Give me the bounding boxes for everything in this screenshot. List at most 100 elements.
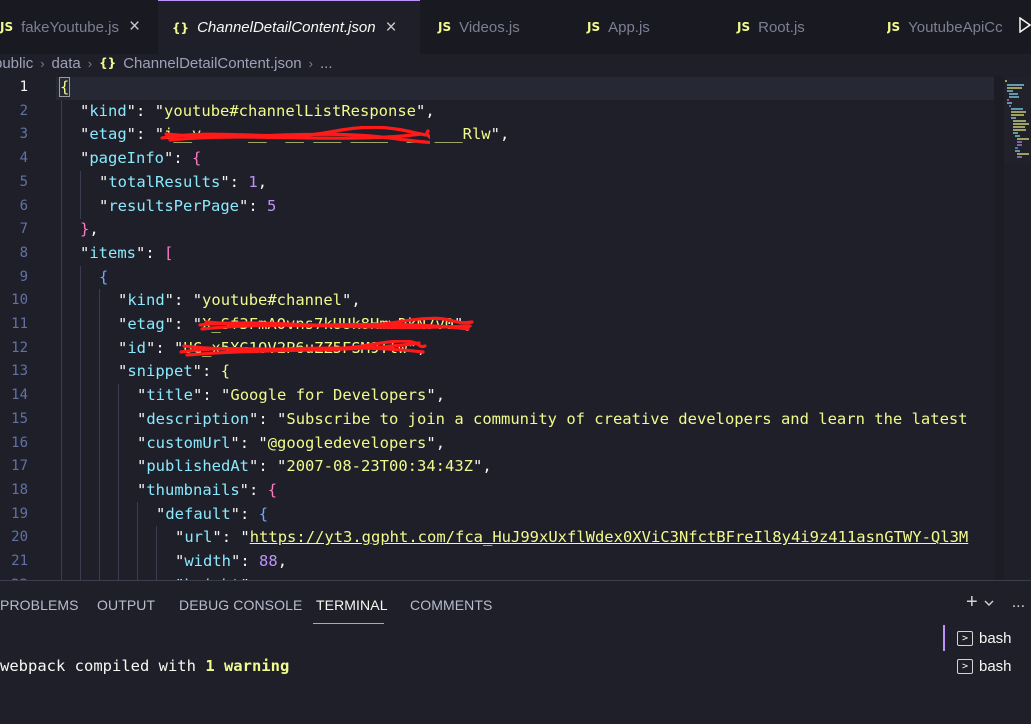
code-line: "description": "Subscribe to join a comm…	[137, 409, 968, 428]
json-key: description	[146, 409, 249, 428]
line-number: 13	[11, 363, 28, 380]
indent-guide	[80, 266, 81, 580]
new-terminal-icon[interactable]: +	[966, 591, 978, 614]
line-number: 16	[11, 434, 28, 451]
code-line: "thumbnails": {	[137, 480, 278, 499]
line-number: 12	[11, 339, 28, 356]
code-line: "pageInfo": {	[80, 149, 202, 168]
code-line: "url": "https://yt3.ggpht.com/fca_HuJ99x…	[175, 528, 969, 547]
tab-comments[interactable]: COMMENTS	[410, 597, 492, 613]
tab-youtubeapiclient[interactable]: JS YoutubeApiCc	[887, 0, 1017, 54]
redaction-scribble: X_Sf3FmAOvns7kUUk8HmwDkN7v0	[198, 313, 474, 337]
redaction-scribble: i__v __ __ ___ ____ __ ___Rlw	[160, 123, 491, 147]
json-string: 2007-08-23T00:34:43Z	[286, 457, 473, 476]
tab-label: ChannelDetailContent.json	[197, 19, 376, 36]
close-icon[interactable]: ×	[386, 17, 397, 39]
code-editor[interactable]: 1 2 3 4 5 6 7 8 9 10 11 12 13 14 15 16 1…	[0, 76, 1031, 580]
tab-root[interactable]: JS Root.js	[737, 0, 805, 54]
line-number: 7	[19, 221, 28, 238]
indent-guide	[80, 171, 81, 219]
json-key: title	[146, 386, 194, 405]
tab-label: App.js	[608, 18, 650, 36]
editor-tab-bar: JS fakeYoutube.js × {} ChannelDetailCont…	[0, 0, 1031, 54]
line-number: 5	[19, 173, 28, 190]
terminal-icon: >	[957, 630, 973, 646]
breadcrumb-item-public[interactable]: public	[0, 55, 33, 72]
tab-label: YoutubeApiCc	[908, 18, 1003, 36]
json-number: 88	[259, 552, 278, 570]
breadcrumb-item-file[interactable]: ChannelDetailContent.json	[123, 55, 301, 72]
code-line: "totalResults": 1,	[99, 172, 268, 191]
redaction-scribble: UC_x5XG1OV2P6uZZ5FSM9Ttw	[179, 337, 427, 361]
chevron-right-icon: ›	[40, 55, 45, 71]
line-number: 21	[11, 553, 28, 569]
json-key: id	[127, 338, 147, 357]
code-line: {	[58, 77, 71, 97]
terminal-icon: >	[957, 658, 973, 674]
json-string: Subscribe to join a community of creativ…	[286, 409, 968, 428]
json-key: default	[165, 504, 231, 523]
json-key: thumbnails	[146, 480, 240, 499]
code-line: "width": 88,	[175, 552, 288, 570]
terminal-item-bash[interactable]: > bash	[943, 653, 1031, 679]
json-key: pageInfo	[89, 149, 164, 168]
current-line-highlight	[56, 77, 994, 100]
line-number: 18	[11, 481, 28, 498]
json-string: @googledevelopers	[267, 433, 427, 452]
json-number: 5	[267, 196, 277, 215]
tab-scroll-right-icon[interactable]	[1019, 16, 1031, 36]
indent-guide	[61, 100, 62, 580]
line-number: 17	[11, 458, 28, 475]
breadcrumb-item-data[interactable]: data	[52, 55, 81, 72]
panel-actions: + ...	[966, 591, 1025, 614]
more-actions-icon[interactable]: ...	[1012, 594, 1025, 612]
chevron-right-icon: ›	[87, 55, 93, 71]
tab-videos[interactable]: JS Videos.js	[438, 0, 520, 54]
code-line: "snippet": {	[118, 362, 231, 381]
json-key: resultsPerPage	[108, 196, 239, 215]
tab-label: Videos.js	[459, 18, 520, 36]
terminal-warning-text: 1 warning	[205, 657, 290, 675]
javascript-file-icon: JS	[587, 20, 601, 34]
json-number: 1	[248, 172, 258, 191]
json-key: etag	[89, 125, 127, 144]
json-key: etag	[127, 315, 165, 333]
breadcrumb-item-symbol[interactable]: ...	[320, 55, 333, 72]
json-key: width	[184, 552, 232, 570]
terminal-item-bash[interactable]: > bash	[943, 625, 1031, 651]
tab-fakeyoutube[interactable]: JS fakeYoutube.js ×	[0, 0, 172, 54]
terminal-truncated-line	[0, 718, 1031, 724]
line-number: 20	[11, 529, 28, 546]
json-key: publishedAt	[146, 457, 249, 476]
indent-guide	[118, 384, 119, 580]
tab-debug-console[interactable]: DEBUG CONSOLE	[179, 597, 302, 613]
tab-label: Root.js	[758, 18, 805, 36]
terminal-text: webpack compiled with	[0, 657, 206, 675]
json-string: youtube#channelListResponse	[164, 101, 416, 120]
tab-app[interactable]: JS App.js	[587, 0, 650, 54]
code-line: "etag": "X_Sf3FmAOvns7kUUk8HmwDkN7v0 ",	[118, 313, 474, 337]
minimap[interactable]	[1004, 78, 1030, 164]
tab-channeldetailcontent[interactable]: {} ChannelDetailContent.json ×	[158, 0, 420, 54]
code-line: "customUrl": "@googledevelopers",	[137, 433, 446, 452]
javascript-file-icon: JS	[438, 20, 452, 34]
indent-guide	[99, 289, 100, 580]
active-tab-indicator	[313, 623, 384, 624]
tab-problems[interactable]: PROBLEMS	[0, 597, 79, 613]
json-file-icon: {}	[99, 56, 117, 70]
line-number: 15	[11, 410, 28, 427]
chevron-down-icon[interactable]	[984, 596, 994, 610]
code-line: "kind": "youtube#channelListResponse",	[80, 101, 435, 120]
indent-guide	[156, 526, 157, 580]
tab-terminal[interactable]: TERMINAL	[316, 597, 388, 613]
json-url-link[interactable]: https://yt3.ggpht.com/fca_HuJ99xUxflWdex…	[250, 528, 969, 546]
indent-guide	[137, 502, 138, 580]
code-line: "resultsPerPage": 5	[99, 196, 277, 215]
tab-output[interactable]: OUTPUT	[97, 597, 155, 613]
code-line: "publishedAt": "2007-08-23T00:34:43Z",	[137, 457, 492, 476]
terminal-output-line: webpack compiled with 1 warning	[0, 657, 289, 675]
close-icon[interactable]: ×	[129, 16, 140, 38]
code-line: "etag": "i__v __ __ ___ ____ __ ___Rlw ",	[80, 123, 509, 147]
breadcrumb: public › data › {} ChannelDetailContent.…	[0, 52, 333, 74]
line-number: 19	[11, 505, 28, 522]
